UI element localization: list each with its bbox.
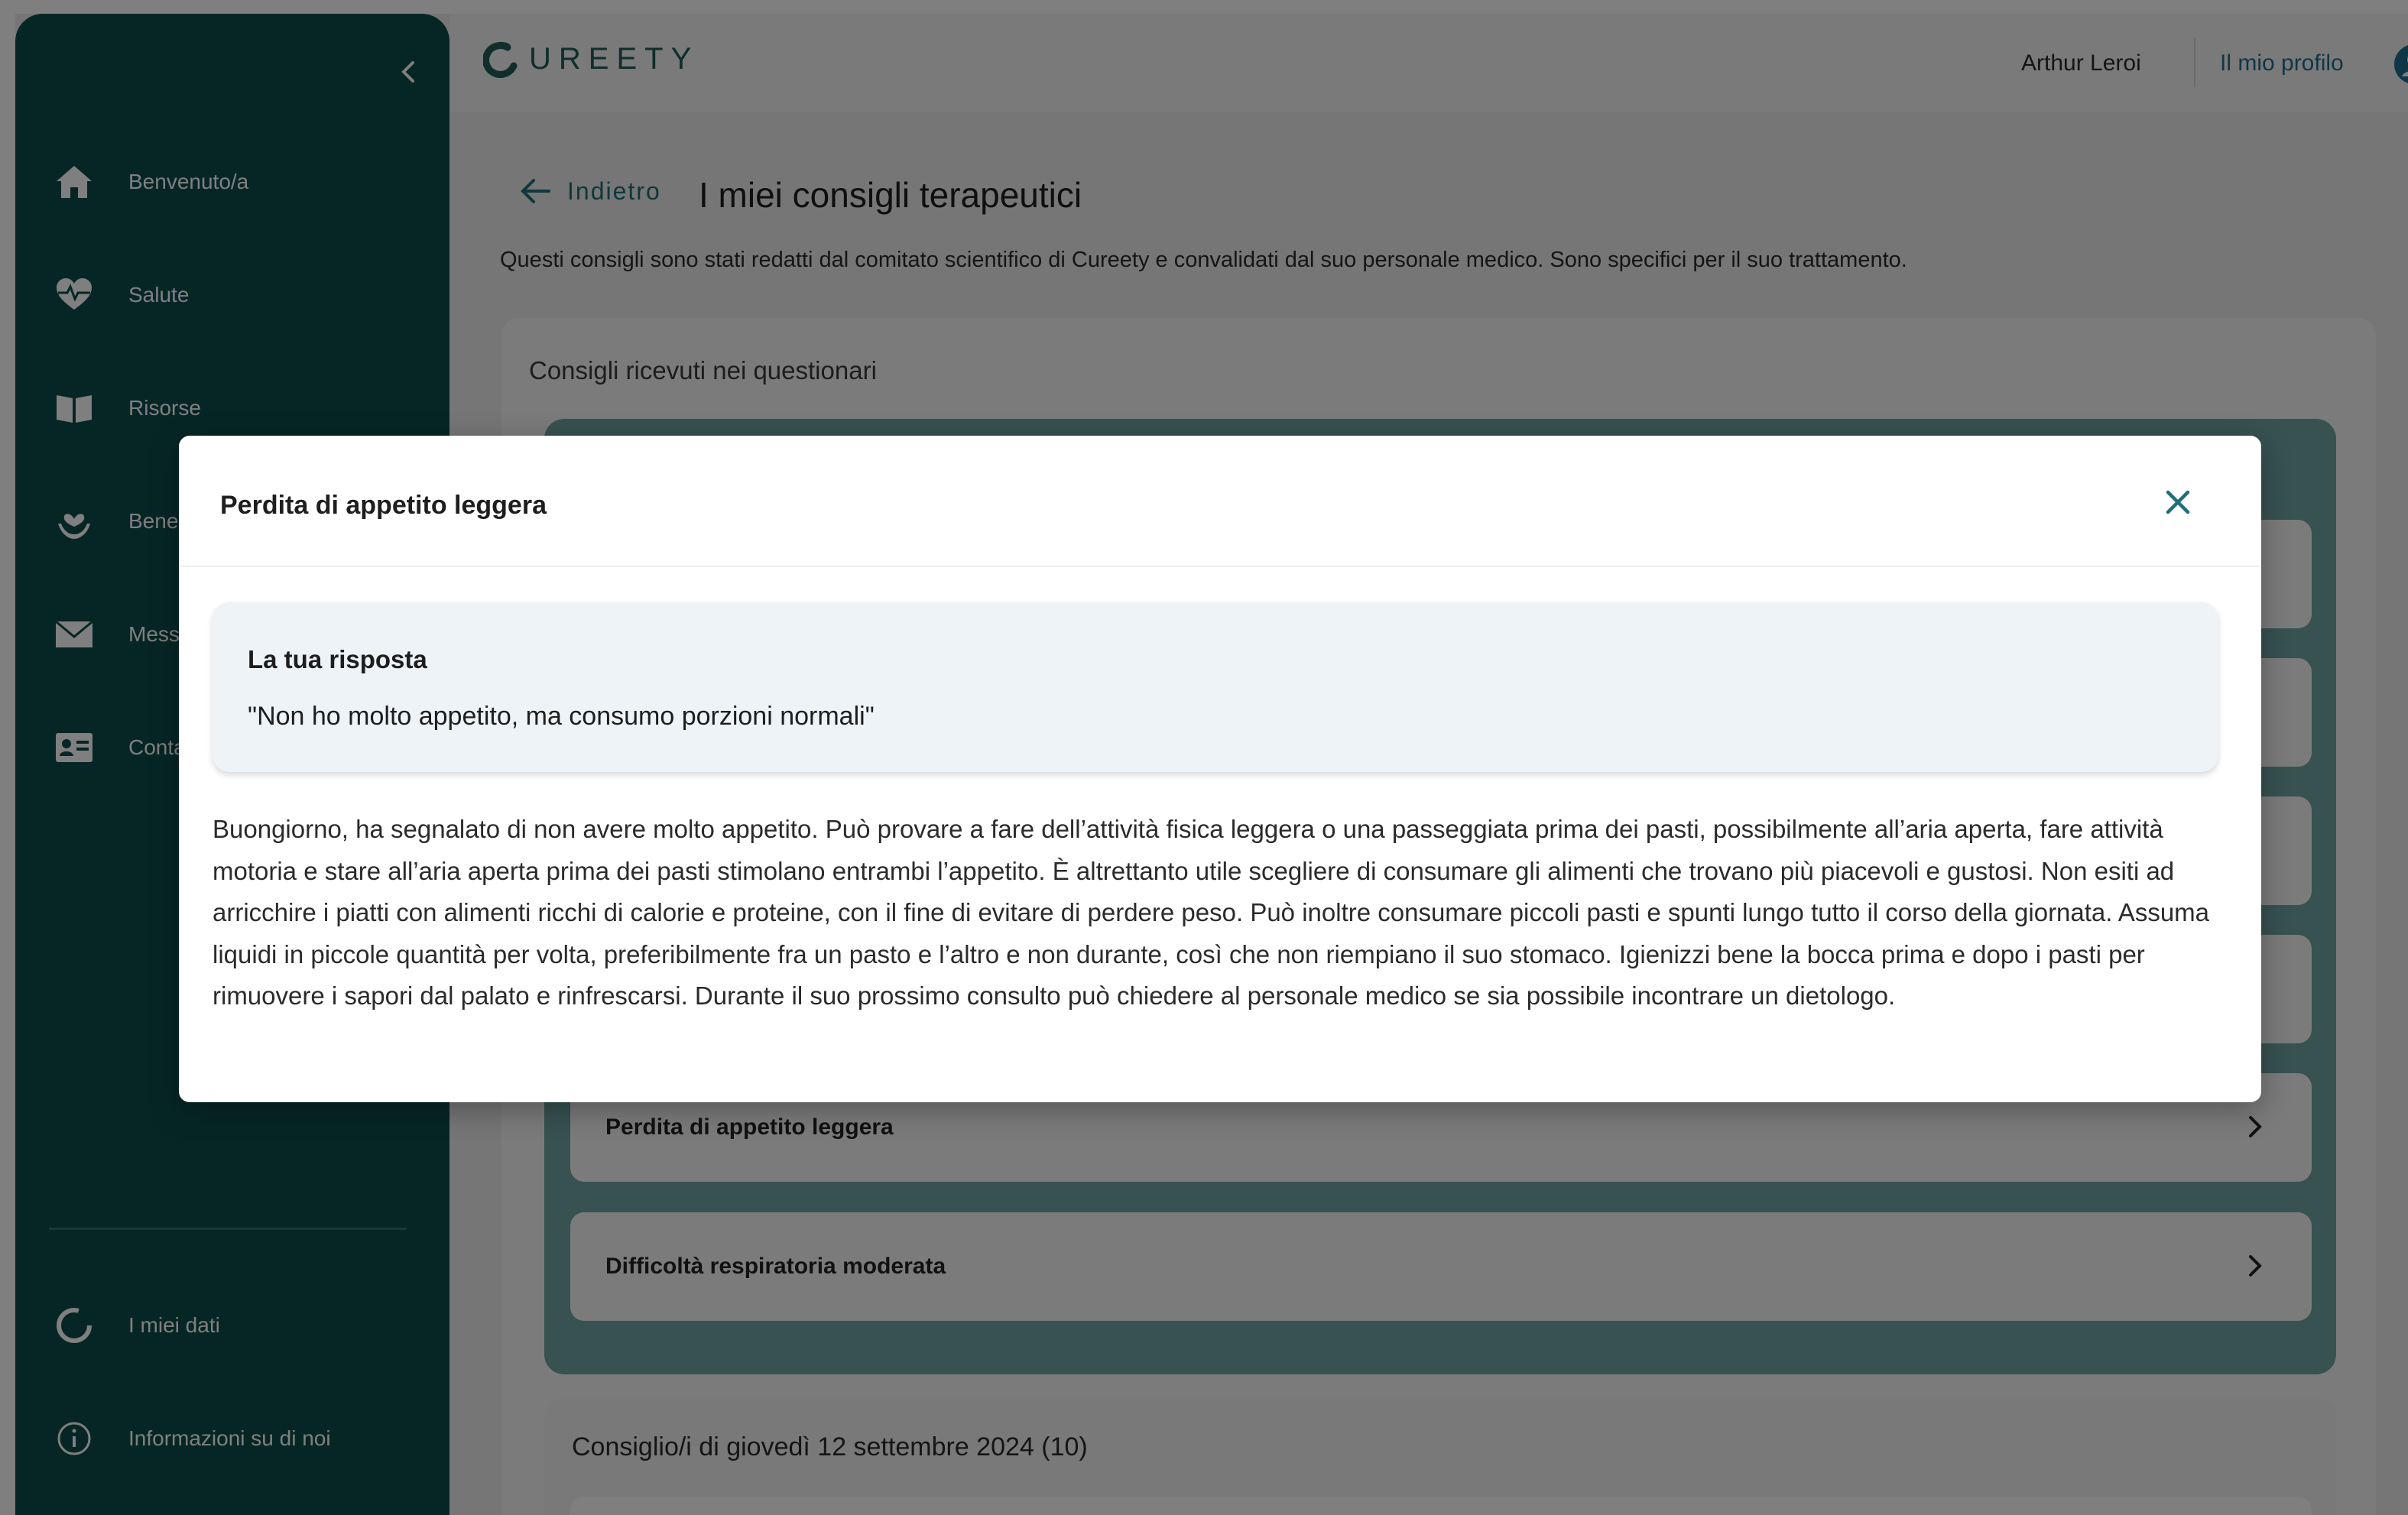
modal-title: Perdita di appetito leggera bbox=[220, 491, 547, 520]
advice-modal: Perdita di appetito leggera La tua rispo… bbox=[179, 436, 2261, 1102]
modal-divider bbox=[179, 566, 2261, 567]
close-icon bbox=[2166, 490, 2190, 514]
answer-box: La tua risposta "Non ho molto appetito, … bbox=[213, 602, 2218, 772]
advice-text: Buongiorno, ha segnalato di non avere mo… bbox=[213, 815, 2210, 1010]
answer-text: "Non ho molto appetito, ma consumo porzi… bbox=[248, 702, 875, 731]
modal-close-button[interactable] bbox=[2159, 483, 2197, 521]
answer-title: La tua risposta bbox=[248, 645, 427, 673]
